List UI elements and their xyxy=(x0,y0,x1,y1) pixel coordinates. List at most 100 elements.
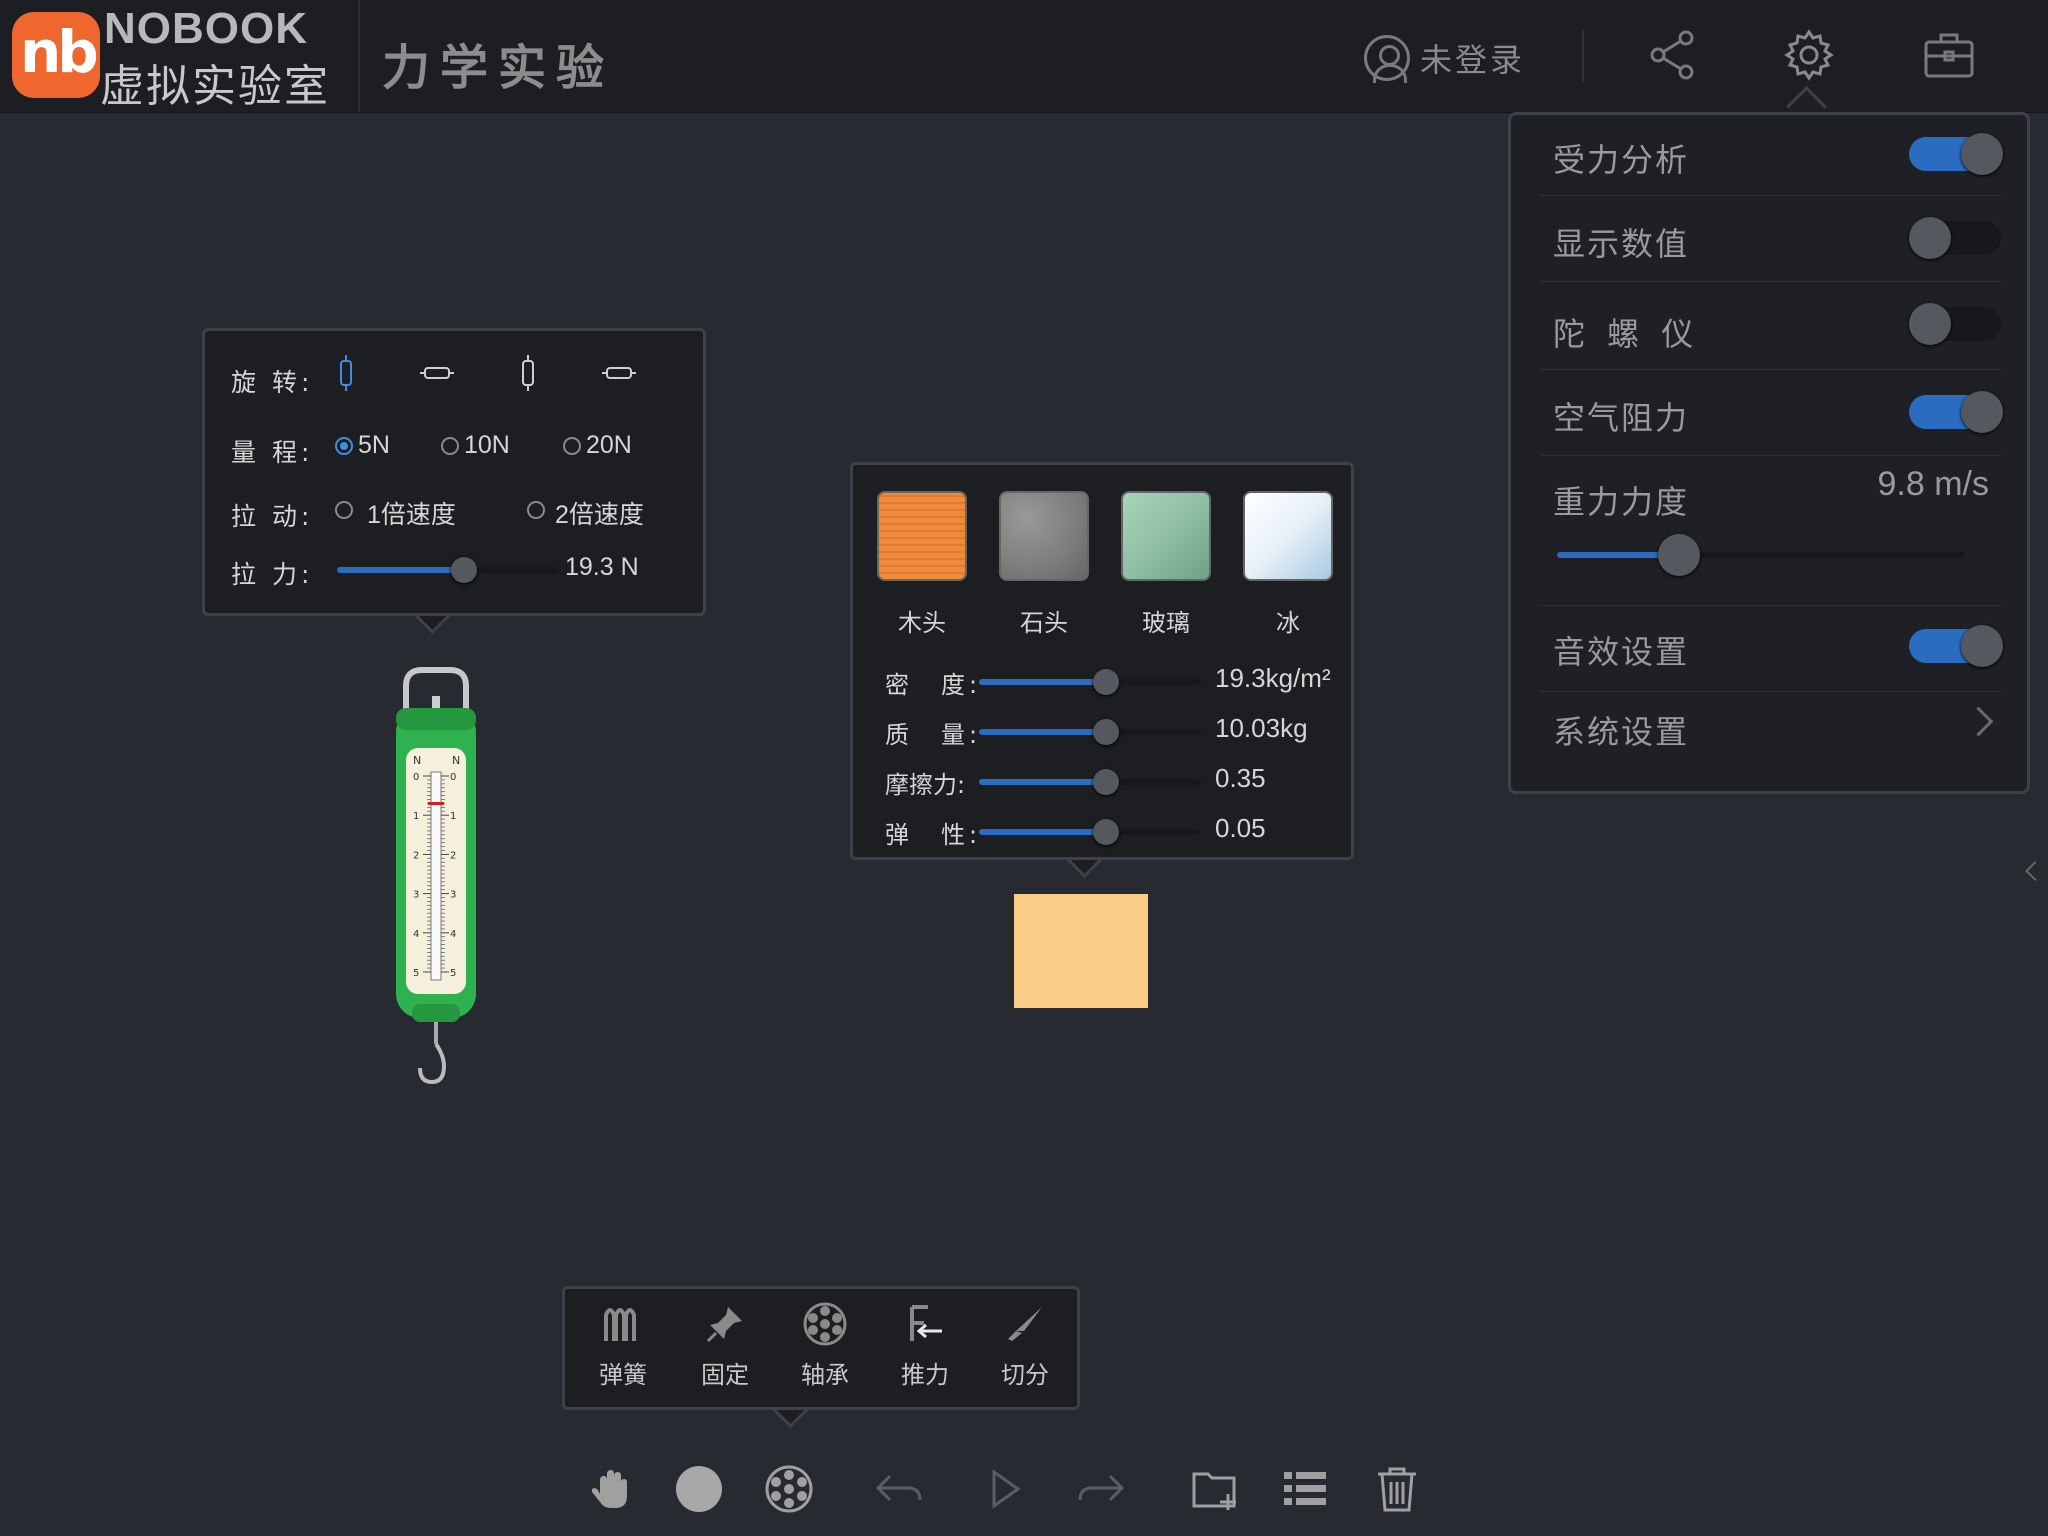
wood-block[interactable] xyxy=(1014,894,1148,1008)
mass-label: 质 量: xyxy=(885,721,982,749)
material-name: 冰 xyxy=(1276,609,1300,637)
setting-sound: 音效设置 xyxy=(1541,605,2003,692)
side-panel-toggle-icon[interactable] xyxy=(2025,861,2045,881)
setting-gravity: 重力力度 9.8 m/s xyxy=(1541,455,2001,606)
scale-tick-label: 2 xyxy=(413,850,419,861)
tool-pin-button[interactable]: 固定 xyxy=(679,1301,771,1390)
share-icon[interactable] xyxy=(1644,26,1702,84)
page-title: 力学实验 xyxy=(382,40,615,96)
folder-add-icon[interactable] xyxy=(1190,1464,1240,1514)
setting-force-analysis: 受力分析 xyxy=(1541,115,2003,196)
scale-tick-label: 2 xyxy=(450,850,456,861)
scale-tick-label: 3 xyxy=(413,890,419,901)
logo-badge: nb xyxy=(12,12,100,98)
system-settings-item[interactable]: 系统设置 xyxy=(1541,691,2001,771)
slider-thumb[interactable] xyxy=(1658,534,1701,576)
material-stone-swatch[interactable] xyxy=(999,491,1089,581)
sound-toggle[interactable] xyxy=(1909,625,2003,667)
range-10n-radio[interactable] xyxy=(441,437,459,455)
setting-label: 显示数值 xyxy=(1553,225,1690,263)
horizontal-scale-icon[interactable] xyxy=(419,365,455,381)
material-wood-swatch[interactable] xyxy=(877,491,967,581)
play-icon[interactable] xyxy=(980,1464,1030,1514)
material-glass-swatch[interactable] xyxy=(1121,491,1211,581)
scale-tick-label: 0 xyxy=(450,772,456,783)
slider-thumb[interactable] xyxy=(1092,769,1119,795)
setting-label: 音效设置 xyxy=(1553,633,1690,671)
tool-cut-button[interactable]: 切分 xyxy=(979,1301,1071,1390)
tool-bearing-button[interactable]: 轴承 xyxy=(779,1301,871,1390)
vertical-scale-inverted-icon[interactable] xyxy=(517,353,539,393)
horizontal-scale-inverted-icon[interactable] xyxy=(601,365,637,381)
gear-wheel-icon[interactable] xyxy=(764,1464,814,1514)
range-option-label: 20N xyxy=(586,431,632,459)
setting-label: 受力分析 xyxy=(1553,141,1690,179)
tool-label: 弹簧 xyxy=(599,1361,647,1389)
push-force-icon xyxy=(910,1305,942,1341)
circle-icon[interactable] xyxy=(674,1464,724,1514)
slider-thumb[interactable] xyxy=(1092,819,1119,845)
scale-tick-label: 1 xyxy=(413,811,419,822)
mass-slider[interactable] xyxy=(979,719,1201,745)
force-analysis-toggle[interactable] xyxy=(1909,133,2003,175)
show-values-toggle[interactable] xyxy=(1909,217,2001,259)
toggle-knob xyxy=(1961,625,2003,667)
force-label: 拉 力: xyxy=(231,560,314,589)
gravity-slider[interactable] xyxy=(1557,534,1965,576)
undo-icon[interactable] xyxy=(874,1464,924,1514)
setting-air-resistance: 空气阻力 xyxy=(1541,369,2003,456)
scale-tick-label: 4 xyxy=(450,929,456,940)
logo-badge-text: nb xyxy=(20,18,99,86)
hand-icon[interactable] xyxy=(586,1464,636,1514)
toolbox-icon[interactable] xyxy=(1920,26,1978,84)
tool-label: 轴承 xyxy=(801,1361,849,1389)
pull-force-slider[interactable] xyxy=(337,557,559,583)
range-5n-radio[interactable] xyxy=(335,437,353,455)
scale-tick-label: 5 xyxy=(413,968,419,979)
toggle-knob xyxy=(1961,133,2003,175)
scale-tick-label: 3 xyxy=(450,890,456,901)
material-name: 玻璃 xyxy=(1142,609,1190,637)
spring-scale[interactable]: N N 0 0 1 1 2 2 3 3 4 4 5 5 xyxy=(386,664,486,1094)
friction-label: 摩擦力: xyxy=(885,771,966,799)
list-icon[interactable] xyxy=(1280,1464,1330,1514)
gyroscope-toggle[interactable] xyxy=(1909,303,2001,345)
spring-icon xyxy=(604,1308,636,1341)
scale-tick-label: 4 xyxy=(413,929,419,940)
scale-unit-right: N xyxy=(452,754,460,767)
slider-thumb[interactable] xyxy=(450,557,477,583)
chevron-right-icon xyxy=(1963,706,1994,737)
range-20n-radio[interactable] xyxy=(563,437,581,455)
tool-push-force-button[interactable]: 推力 xyxy=(879,1301,971,1390)
elasticity-slider[interactable] xyxy=(979,819,1201,845)
material-ice-swatch[interactable] xyxy=(1243,491,1333,581)
slider-fill xyxy=(979,679,1106,685)
knife-icon xyxy=(1008,1307,1042,1341)
scale-unit-left: N xyxy=(413,754,421,767)
elasticity-label: 弹 性: xyxy=(885,821,982,849)
rotate-label: 旋 转: xyxy=(231,368,314,397)
user-icon xyxy=(1364,35,1410,83)
speed-2x-radio[interactable] xyxy=(527,501,545,519)
login-button[interactable]: 未登录 xyxy=(1364,30,1525,86)
slider-fill xyxy=(979,829,1106,835)
tool-spring-button[interactable]: 弹簧 xyxy=(577,1301,669,1390)
setting-label: 空气阻力 xyxy=(1553,399,1690,437)
elasticity-value: 0.05 xyxy=(1215,813,1266,843)
setting-label: 重力力度 xyxy=(1553,483,1690,521)
pull-force-value: 19.3 N xyxy=(565,553,639,581)
slider-thumb[interactable] xyxy=(1092,719,1119,745)
air-resistance-toggle[interactable] xyxy=(1909,391,2003,433)
bearing-icon xyxy=(803,1302,847,1346)
setting-gyroscope: 陀 螺 仪 xyxy=(1541,281,2001,370)
gear-icon[interactable] xyxy=(1780,26,1838,84)
density-slider[interactable] xyxy=(979,669,1201,695)
friction-slider[interactable] xyxy=(979,769,1201,795)
redo-icon[interactable] xyxy=(1076,1464,1126,1514)
trash-icon[interactable] xyxy=(1372,1464,1422,1514)
vertical-scale-icon[interactable] xyxy=(335,353,357,393)
app-header: nb NOBOOK 虚拟实验室 力学实验 未登录 xyxy=(0,0,2048,113)
speed-1x-radio[interactable] xyxy=(335,501,353,519)
slider-thumb[interactable] xyxy=(1092,669,1119,695)
density-label: 密 度: xyxy=(885,671,982,699)
